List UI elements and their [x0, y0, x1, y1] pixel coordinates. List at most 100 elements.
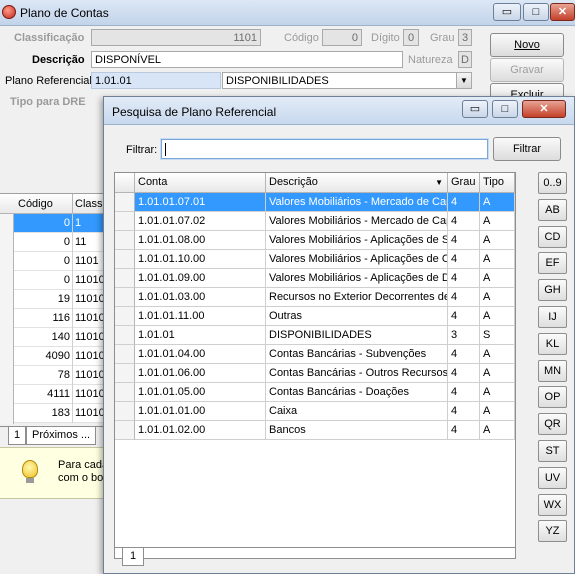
letter-button-qr[interactable]: QR — [538, 413, 567, 436]
letter-button-gh[interactable]: GH — [538, 279, 567, 302]
row-indicator[interactable] — [115, 345, 135, 364]
gravar-button[interactable]: Gravar — [490, 58, 564, 82]
codigo-field[interactable]: 0 — [322, 29, 362, 46]
main-tab-1[interactable]: 1 — [8, 427, 27, 445]
result-row[interactable]: 1.01.01.01.00 Caixa 4 A — [115, 402, 515, 421]
letter-button-09[interactable]: 0..9 — [538, 172, 567, 194]
grid-row[interactable]: 4090 11010 — [14, 347, 105, 366]
classificacao-field[interactable]: 1101 — [91, 29, 261, 46]
dialog-close-button[interactable]: ✕ — [522, 100, 566, 118]
result-row[interactable]: 1.01.01.05.00 Contas Bancárias - Doações 4… — [115, 383, 515, 402]
grau-field[interactable]: 3 — [458, 29, 472, 46]
row-indicator[interactable] — [115, 383, 135, 402]
row-indicator[interactable] — [115, 288, 135, 307]
result-row[interactable]: 1.01.01.06.00 Contas Bancárias - Outros R… — [115, 364, 515, 383]
result-row[interactable]: 1.01.01.10.00 Valores Mobiliários - Aplic… — [115, 250, 515, 269]
main-titlebar: Plano de Contas ▭ □ ✕ — [0, 0, 575, 26]
dialog-tabstrip: 1 — [114, 547, 516, 566]
grid-cell-codigo: 0 — [63, 217, 70, 229]
letter-button-uv[interactable]: UV — [538, 466, 567, 489]
cell-grau: 4 — [448, 421, 480, 440]
result-row[interactable]: 1.01.01.02.00 Bancos 4 A — [115, 421, 515, 440]
cell-descricao: Valores Mobiliários - Aplicações de Doaç… — [266, 269, 448, 288]
row-indicator[interactable] — [115, 250, 135, 269]
plano-descricao-select[interactable]: DISPONIBILIDADES ▼ — [222, 72, 472, 89]
grid-row[interactable]: 4111 11010 — [14, 385, 105, 404]
main-tab-proximos[interactable]: Próximos ... — [26, 427, 97, 445]
result-row[interactable]: 1.01.01.11.00 Outras 4 A — [115, 307, 515, 326]
col-tipo[interactable]: Tipo — [480, 173, 515, 193]
natureza-field[interactable]: D — [458, 51, 472, 68]
letter-button-st[interactable]: ST — [538, 440, 567, 462]
cell-tipo: A — [480, 307, 515, 326]
row-indicator[interactable] — [115, 421, 135, 440]
grid-row[interactable]: 183 11010 — [14, 404, 105, 423]
close-button[interactable]: ✕ — [550, 3, 575, 21]
descricao-field[interactable]: DISPONÍVEL — [91, 51, 403, 68]
row-indicator[interactable] — [115, 326, 135, 345]
row-indicator[interactable] — [115, 231, 135, 250]
letter-button-op[interactable]: OP — [538, 386, 567, 409]
cell-conta: 1.01.01.05.00 — [135, 383, 266, 402]
result-row[interactable]: 1.01.01.04.00 Contas Bancárias - Subvençõ… — [115, 345, 515, 364]
result-row[interactable]: 1.01.01.07.02 Valores Mobiliários - Merca… — [115, 212, 515, 231]
plano-codigo-field[interactable]: 1.01.01 — [91, 72, 221, 89]
grid-row[interactable]: 78 11010 — [14, 366, 105, 385]
grid-row[interactable]: 01 — [14, 214, 103, 233]
grid-row[interactable]: 0 11010 — [14, 271, 105, 290]
grid-row[interactable]: 0 1101 — [14, 252, 103, 271]
filter-input[interactable] — [161, 139, 488, 159]
cell-grau: 4 — [448, 269, 480, 288]
cell-grau: 4 — [448, 345, 480, 364]
letter-button-yz[interactable]: YZ — [538, 520, 567, 543]
grid-cell-classif: 11010 — [75, 407, 105, 419]
letter-button-kl[interactable]: KL — [538, 332, 567, 355]
maximize-button[interactable]: □ — [523, 3, 549, 21]
letter-button-mn[interactable]: MN — [538, 359, 567, 382]
cell-tipo: A — [480, 288, 515, 307]
letter-button-ab[interactable]: AB — [538, 198, 567, 221]
cell-grau: 4 — [448, 212, 480, 231]
grid-row[interactable]: 0 11 — [14, 233, 103, 252]
dialog-maximize-button[interactable]: □ — [492, 100, 518, 118]
dialog-tab-1[interactable]: 1 — [122, 548, 145, 566]
row-indicator[interactable] — [115, 193, 135, 212]
dialog-minimize-button[interactable]: ▭ — [462, 100, 488, 118]
main-tabstrip: 1 Próximos ... — [0, 426, 103, 445]
codigo-label: Código — [284, 32, 319, 44]
col-descricao[interactable]: Descrição ▼ — [266, 173, 448, 193]
novo-button[interactable]: Novo — [490, 33, 564, 57]
result-row[interactable]: 1.01.01.03.00 Recursos no Exterior Decorr… — [115, 288, 515, 307]
digito-field[interactable]: 0 — [403, 29, 419, 46]
row-indicator[interactable] — [115, 307, 135, 326]
filtrar-button[interactable]: Filtrar — [493, 137, 561, 161]
result-row[interactable]: 1.01.01.07.01 Valores Mobiliários - Merca… — [115, 193, 515, 212]
letter-button-wx[interactable]: WX — [538, 493, 567, 516]
row-indicator[interactable] — [115, 364, 135, 383]
letter-button-ij[interactable]: IJ — [538, 306, 567, 328]
cell-tipo: A — [480, 345, 515, 364]
result-row[interactable]: 1.01.01.08.00 Valores Mobiliários - Aplic… — [115, 231, 515, 250]
minimize-button[interactable]: ▭ — [493, 3, 521, 21]
grid-row[interactable]: 116 11010 — [14, 309, 105, 328]
row-indicator[interactable] — [115, 402, 135, 421]
grid-row[interactable]: 140 11010 — [14, 328, 105, 347]
grid-header: Código Classif — [0, 194, 108, 214]
grid-row[interactable]: 19 11010 — [14, 290, 105, 309]
col-grau[interactable]: Grau — [448, 173, 480, 193]
cell-tipo: A — [480, 421, 515, 440]
grid-cell-classif: 11010 — [75, 388, 105, 400]
letter-button-ef[interactable]: EF — [538, 252, 567, 275]
result-row[interactable]: 1.01.01.09.00 Valores Mobiliários - Aplic… — [115, 269, 515, 288]
result-row[interactable]: 1.01.01 DISPONIBILIDADES 3 S — [115, 326, 515, 345]
cell-descricao: Valores Mobiliários - Aplicações de Subv… — [266, 231, 448, 250]
cell-descricao: Valores Mobiliários - Mercado de Capitai… — [266, 212, 448, 231]
col-conta[interactable]: Conta — [135, 173, 266, 193]
row-indicator[interactable] — [115, 269, 135, 288]
row-indicator[interactable] — [115, 212, 135, 231]
cell-conta: 1.01.01.06.00 — [135, 364, 266, 383]
chevron-down-icon[interactable]: ▼ — [456, 73, 471, 88]
digito-label: Dígito — [371, 32, 400, 44]
grid-cell-codigo: 0 — [63, 236, 70, 248]
letter-button-cd[interactable]: CD — [538, 225, 567, 248]
